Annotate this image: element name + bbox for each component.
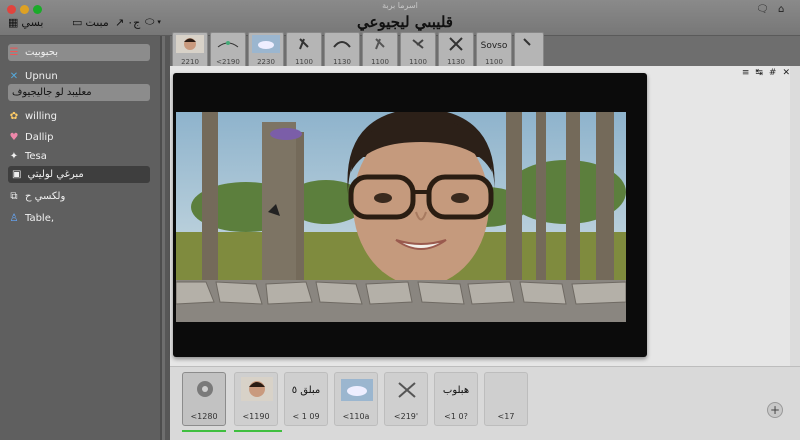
cloud-icon: [252, 35, 280, 53]
plant-icon: [217, 41, 239, 48]
top-thumb-4[interactable]: 1100: [286, 32, 322, 68]
face-thumbnail-icon: [176, 35, 204, 53]
grid-icon: ▦: [8, 15, 19, 29]
person-icon: ♙: [9, 213, 19, 224]
bottom-thumb-1[interactable]: <1280: [182, 372, 226, 426]
bottom-thumb-6[interactable]: هبلوب <1 0?: [434, 372, 478, 426]
toolbar-item-3[interactable]: ↗ ج٠: [115, 14, 140, 30]
shape-icon: ⬭: [145, 15, 155, 28]
grid-icon[interactable]: #: [769, 68, 777, 78]
chevron-down-icon: ▾: [157, 18, 161, 26]
slide-image[interactable]: [176, 112, 626, 322]
sidebar-subitem-1[interactable]: معليبد لو جاليجيوف: [12, 84, 92, 101]
x-icon: [398, 382, 416, 398]
canvas-toolbar: ≡ ↹ # ✕: [742, 68, 790, 78]
document-title: قليبىي ليجيوعي: [357, 13, 453, 31]
right-scrollbar[interactable]: [790, 66, 800, 366]
bottom-thumb-2[interactable]: <1190: [234, 372, 278, 426]
add-slide-button[interactable]: +: [767, 402, 783, 418]
sidebar-item-4[interactable]: ♥ Dallip: [8, 129, 54, 146]
layers-icon: ⧉: [10, 191, 18, 202]
palette-icon: ✿: [9, 111, 19, 122]
sidebar-item-6[interactable]: ⧉ ولكسي ح: [8, 188, 65, 205]
bottom-thumb-4[interactable]: <110a: [334, 372, 378, 426]
sidebar-item-2[interactable]: ✕ Upnun: [8, 68, 58, 85]
top-thumb-7[interactable]: 1100: [400, 32, 436, 68]
menu-button[interactable]: ▦ بسي: [8, 14, 43, 30]
top-thumb-10[interactable]: [514, 32, 544, 68]
sidebar-item-1[interactable]: ☰ بحبوبيت: [8, 44, 59, 61]
arc-icon: [333, 41, 351, 48]
sidebar-item-7[interactable]: ♙ Table,: [8, 210, 55, 227]
top-thumb-1[interactable]: 2210: [172, 32, 208, 68]
shape-dropdown[interactable]: ⬭ ▾: [145, 14, 161, 30]
top-thumb-3[interactable]: 2230: [248, 32, 284, 68]
sidebar: ☰ بحبوبيت ✕ Upnun معليبد لو جاليجيوف ✿ w…: [0, 36, 162, 440]
forest-portrait-image: [176, 112, 626, 322]
progress-indicator-2: [234, 430, 282, 432]
sparkle-icon: ✦: [9, 151, 19, 162]
top-thumbnail-strip: 2210 <2190 2230 1100 1130 1100 1100 1130…: [170, 30, 800, 68]
sidebar-item-3[interactable]: ✿ willing: [8, 108, 57, 125]
arrow-icon: ↗: [115, 15, 125, 29]
x-icon: [449, 37, 463, 51]
gear-icon: [197, 381, 213, 397]
list-icon[interactable]: ≡: [742, 68, 750, 78]
settings-icon[interactable]: ⌂: [778, 4, 784, 15]
comment-icon[interactable]: 🗨: [756, 4, 769, 15]
person-icon: ✕: [9, 71, 19, 82]
top-thumb-9[interactable]: Sovso 1100: [476, 32, 512, 68]
bottom-thumb-7[interactable]: <17: [484, 372, 528, 426]
top-thumb-6[interactable]: 1100: [362, 32, 398, 68]
pin-icon: [523, 38, 531, 46]
toolbar-item-2[interactable]: ▭ مبىت: [72, 14, 109, 30]
close-icon[interactable]: ✕: [782, 68, 790, 78]
fit-icon[interactable]: ↹: [755, 68, 763, 78]
sidebar-item-5[interactable]: ✦ Tesa: [8, 148, 47, 165]
pin-icon: [375, 38, 385, 50]
bottom-thumb-5[interactable]: <219': [384, 372, 428, 426]
pin-icon: [299, 38, 309, 50]
window-title: اسرما بربة: [382, 1, 418, 10]
top-thumb-5[interactable]: 1130: [324, 32, 360, 68]
cloud-icon: [341, 379, 373, 401]
top-thumb-8[interactable]: 1130: [438, 32, 474, 68]
doc-icon: ▣: [12, 169, 22, 180]
list-icon: ☰: [9, 47, 19, 58]
top-thumb-2[interactable]: <2190: [210, 32, 246, 68]
dialog-icon: ▭: [72, 15, 83, 29]
bottom-thumb-3[interactable]: مبلق ٥ < 1 09: [284, 372, 328, 426]
face-thumbnail-icon: [241, 377, 273, 401]
pin-icon: [412, 39, 424, 49]
sidebar-subitem-2[interactable]: ▣ مبرغي لوليتي: [12, 166, 84, 183]
heart-icon: ♥: [9, 132, 19, 143]
progress-indicator-1: [182, 430, 226, 432]
